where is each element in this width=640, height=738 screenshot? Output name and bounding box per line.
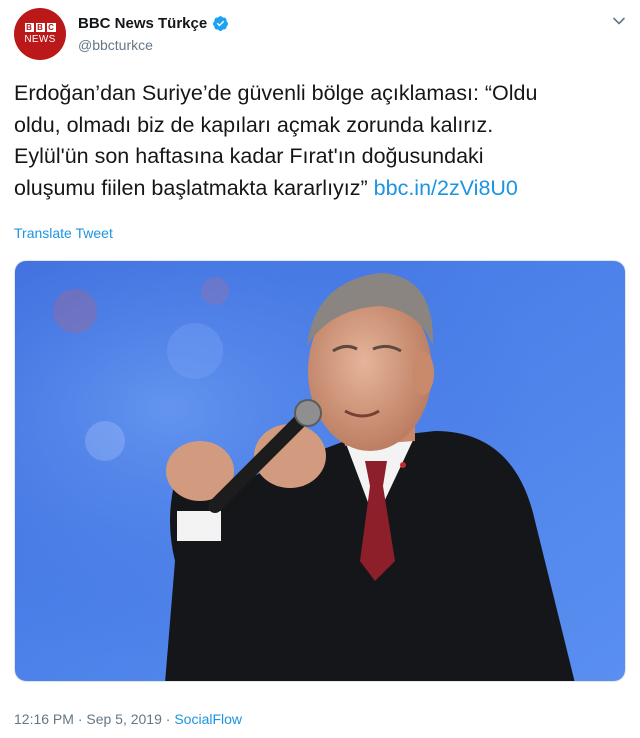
photo-speaker-at-podium (15, 261, 625, 681)
tweet-text: Erdoğan’dan Suriye’de güvenli bölge açık… (14, 78, 620, 204)
bbc-logo-letter: B (35, 23, 45, 32)
bbc-logo-letter: B (24, 23, 34, 32)
tweet-photo[interactable] (14, 260, 626, 682)
chevron-down-icon[interactable] (612, 14, 626, 28)
verified-badge-icon (213, 16, 229, 31)
tweet-source-link[interactable]: SocialFlow (174, 711, 242, 727)
bbc-logo-letter: C (46, 23, 56, 32)
tweet-timestamp[interactable]: 12:16 PM · Sep 5, 2019 · (14, 711, 174, 727)
translate-tweet-link[interactable]: Translate Tweet (14, 225, 113, 241)
bbc-logo-word: NEWS (24, 34, 56, 45)
bbc-logo: B B C (24, 23, 56, 32)
tweet-link[interactable]: bbc.in/2zVi8U0 (374, 176, 518, 200)
author-handle[interactable]: @bbcturkce (78, 37, 153, 53)
author-name[interactable]: BBC News Türkçe (78, 15, 207, 32)
avatar[interactable]: B B C NEWS (14, 8, 66, 60)
author-name-row[interactable]: BBC News Türkçe (78, 15, 229, 32)
tweet-meta: 12:16 PM · Sep 5, 2019 · SocialFlow (14, 711, 242, 727)
